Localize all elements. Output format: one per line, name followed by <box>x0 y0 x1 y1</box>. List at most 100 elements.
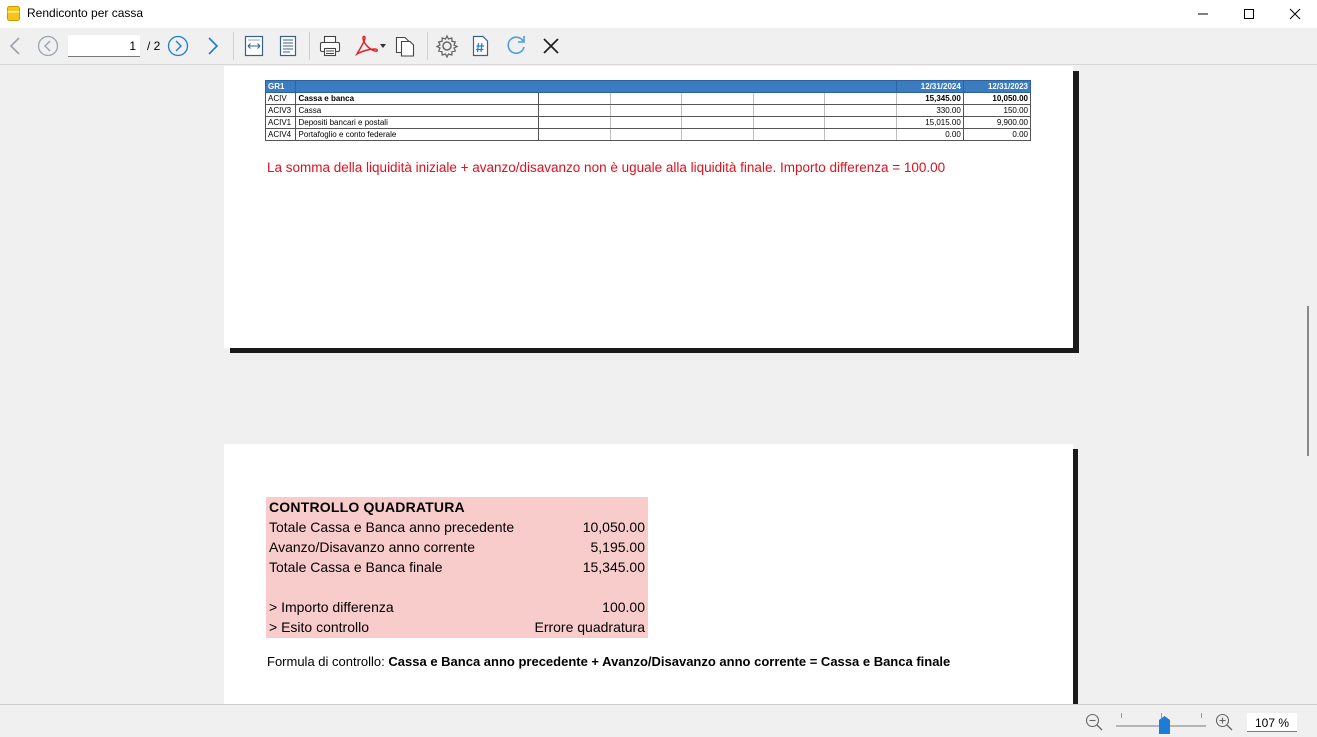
zoom-slider-thumb[interactable] <box>1159 716 1170 734</box>
blank-cell <box>609 92 683 105</box>
blank-cell <box>538 92 611 105</box>
control-label: > Esito controllo <box>269 619 369 635</box>
refresh-icon <box>507 36 525 54</box>
row-value-2024: 15,015.00 <box>895 116 964 129</box>
zoom-tick <box>1121 713 1122 718</box>
maximize-button[interactable] <box>1226 0 1272 28</box>
formula-text: Cassa e Banca anno precedente + Avanzo/D… <box>388 654 951 669</box>
arrow-right-icon <box>208 37 219 55</box>
title-bar: Rendiconto per cassa <box>0 0 1317 28</box>
zoom-tick <box>1201 713 1202 718</box>
document-viewer[interactable]: GR1 12/31/2024 12/31/2023 ACIV Cassa e b… <box>0 66 1300 704</box>
app-icon <box>7 6 20 21</box>
refresh-button[interactable] <box>502 32 530 60</box>
close-window-button[interactable] <box>1272 0 1317 28</box>
table-row: ACIV4 Portafoglio e conto federale 0.00 … <box>264 128 1032 141</box>
row-code: ACIV1 <box>264 116 297 129</box>
export-pdf-button[interactable] <box>352 32 388 60</box>
row-code: ACIV4 <box>264 128 297 141</box>
row-value-2023: 9,900.00 <box>962 116 1032 129</box>
blank-cell <box>824 104 897 117</box>
blank-cell <box>681 92 754 105</box>
row-value-2024: 330.00 <box>895 104 964 117</box>
print-button[interactable] <box>315 32 345 60</box>
numbering-button[interactable] <box>467 32 495 60</box>
header-col-2023: 12/31/2023 <box>962 80 1032 93</box>
previous-page-button[interactable] <box>36 32 60 60</box>
blank-cell <box>538 128 611 141</box>
zoom-level-field[interactable]: 107 % <box>1247 713 1297 732</box>
table-row: ACIV1 Depositi bancari e postali 15,015.… <box>264 116 1032 129</box>
minimize-icon <box>1198 13 1208 15</box>
control-value: 10,050.00 <box>582 519 645 535</box>
control-value: Errore quadratura <box>534 619 645 635</box>
header-desc <box>295 80 897 93</box>
minimize-button[interactable] <box>1180 0 1226 28</box>
last-page-button[interactable] <box>202 32 224 60</box>
header-col-2024: 12/31/2024 <box>895 80 964 93</box>
settings-icon <box>435 34 459 58</box>
settings-button[interactable] <box>432 32 462 60</box>
window-title: Rendiconto per cassa <box>27 6 144 20</box>
row-value-2024: 15,345.00 <box>895 92 964 105</box>
blank-cell <box>824 116 897 129</box>
toolbar: / 2 <box>0 28 1317 65</box>
blank-cell <box>681 128 754 141</box>
row-code: ACIV3 <box>264 104 297 117</box>
control-row: Avanzo/Disavanzo anno corrente 5,195.00 <box>269 537 645 557</box>
row-code: ACIV <box>264 92 297 105</box>
blank-cell <box>752 104 826 117</box>
row-desc: Portafoglio e conto federale <box>295 128 540 141</box>
control-row: Totale Cassa e Banca anno precedente 10,… <box>269 517 645 537</box>
vertical-scrollbar[interactable] <box>1300 66 1317 704</box>
circle-left-icon <box>37 35 59 57</box>
row-desc: Cassa <box>295 104 540 117</box>
page-number-input[interactable] <box>68 35 140 57</box>
blank-cell <box>609 116 683 129</box>
blank-cell <box>681 104 754 117</box>
blank-cell <box>609 128 683 141</box>
control-row: Totale Cassa e Banca finale 15,345.00 <box>269 557 645 577</box>
first-page-button[interactable] <box>4 32 26 60</box>
control-title-row: CONTROLLO QUADRATURA <box>269 497 645 517</box>
row-desc: Depositi bancari e postali <box>295 116 540 129</box>
control-label: > Importo differenza <box>269 599 394 615</box>
control-label: Avanzo/Disavanzo anno corrente <box>269 539 475 555</box>
maximize-icon <box>1244 9 1254 19</box>
control-title: CONTROLLO QUADRATURA <box>269 499 465 515</box>
report-window: Rendiconto per cassa / 2 <box>0 0 1317 737</box>
control-value: 5,195.00 <box>590 539 646 555</box>
control-row: > Esito controllo Errore quadratura <box>269 617 645 637</box>
blank-cell <box>824 92 897 105</box>
copy-pages-button[interactable] <box>390 32 420 60</box>
control-label: Totale Cassa e Banca anno precedente <box>269 519 515 535</box>
header-code: GR1 <box>264 80 297 93</box>
formula-prefix: Formula di controllo: <box>267 654 385 669</box>
zoom-in-icon[interactable] <box>1215 713 1233 731</box>
close-window-icon <box>1289 8 1301 20</box>
balance-check-box: CONTROLLO QUADRATURA Totale Cassa e Banc… <box>266 497 648 638</box>
next-page-button[interactable] <box>166 32 190 60</box>
scrollbar-thumb[interactable] <box>1307 306 1309 456</box>
close-report-button[interactable] <box>537 32 565 60</box>
arrow-left-icon <box>9 37 20 55</box>
balance-table: GR1 12/31/2024 12/31/2023 ACIV Cassa e b… <box>264 80 1032 141</box>
toolbar-separator <box>233 32 234 60</box>
zoom-out-icon[interactable] <box>1085 713 1103 731</box>
fit-width-button[interactable] <box>240 32 268 60</box>
hash-doc-icon <box>472 35 489 57</box>
control-formula: Formula di controllo: Cassa e Banca anno… <box>267 654 950 669</box>
blank-cell <box>752 128 826 141</box>
close-icon <box>543 38 559 54</box>
blank-cell <box>752 92 826 105</box>
row-value-2024: 0.00 <box>895 128 964 141</box>
row-value-2023: 0.00 <box>962 128 1032 141</box>
status-bar: 107 % <box>0 704 1317 737</box>
fit-page-button[interactable] <box>274 32 302 60</box>
blank-cell <box>681 116 754 129</box>
table-row: ACIV3 Cassa 330.00 150.00 <box>264 104 1032 117</box>
control-label: Totale Cassa e Banca finale <box>269 559 443 575</box>
row-value-2023: 10,050.00 <box>962 92 1032 105</box>
control-value: 15,345.00 <box>582 559 645 575</box>
toolbar-separator <box>427 32 428 60</box>
